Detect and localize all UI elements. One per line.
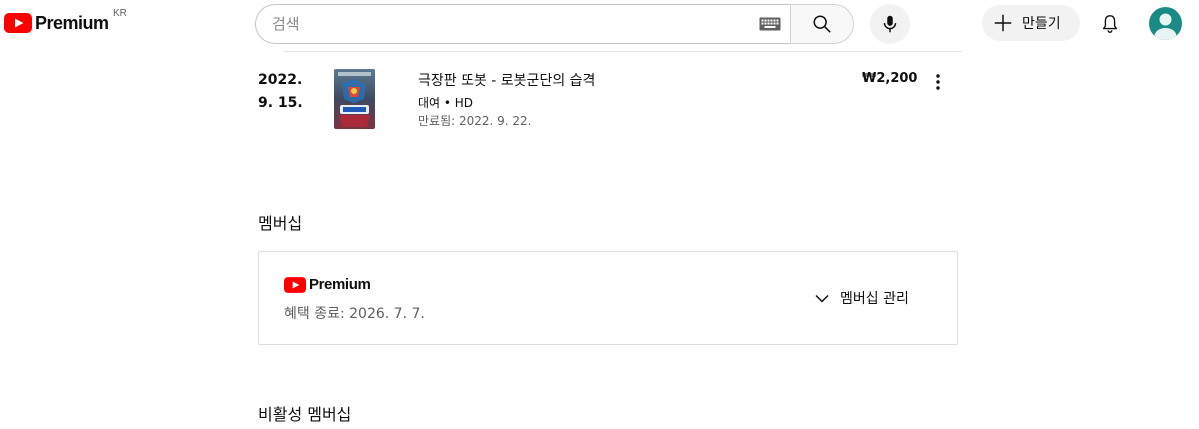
create-label: 만들기 xyxy=(1022,16,1061,32)
purchase-price: ₩2,200 xyxy=(862,71,918,86)
avatar-icon xyxy=(1154,13,1177,40)
logo-wordmark: Premium xyxy=(35,12,109,33)
purchase-title[interactable]: 극장판 또봇 - 로봇군단의 습격 xyxy=(418,70,595,90)
inactive-membership-section-title: 비활성 멤버십 xyxy=(258,405,352,424)
benefit-end-date: 혜택 종료: 2026. 7. 7. xyxy=(284,306,425,322)
avatar[interactable] xyxy=(1149,7,1182,40)
membership-section-title: 멤버십 xyxy=(258,214,303,233)
notifications-button[interactable] xyxy=(1090,4,1130,44)
plus-icon xyxy=(994,14,1012,32)
divider xyxy=(284,51,962,52)
keyboard-icon[interactable] xyxy=(759,17,781,31)
purchase-type: 대여 • HD xyxy=(418,96,474,110)
purchase-expiry: 만료됨: 2022. 9. 22. xyxy=(418,114,532,128)
purchase-date: 2022. 9. 15. xyxy=(258,72,303,111)
premium-logo: Premium xyxy=(284,276,371,293)
movie-thumbnail[interactable] xyxy=(334,69,375,129)
search-box xyxy=(255,4,791,44)
voice-search-button[interactable] xyxy=(870,4,910,44)
search-button[interactable] xyxy=(790,4,854,44)
manage-membership-label: 멤버십 관리 xyxy=(840,291,909,307)
membership-card: Premium 혜택 종료: 2026. 7. 7. 멤버십 관리 xyxy=(258,251,958,345)
youtube-play-icon xyxy=(4,13,32,33)
youtube-premium-logo[interactable]: Premium KR xyxy=(4,8,127,35)
bell-icon xyxy=(1102,15,1118,33)
more-actions-button[interactable] xyxy=(926,70,950,94)
youtube-play-icon xyxy=(284,276,306,293)
top-bar: Premium KR 만들기 xyxy=(0,0,1199,52)
microphone-icon xyxy=(883,15,897,33)
chevron-down-icon xyxy=(815,294,829,303)
purchase-row: 2022. 9. 15. 극장판 또봇 - 로봇군단의 습격 대여 • HD 만… xyxy=(258,66,958,136)
search-input[interactable] xyxy=(256,5,759,43)
country-code: KR xyxy=(113,8,127,19)
create-button[interactable]: 만들기 xyxy=(982,5,1080,41)
more-vert-icon xyxy=(936,74,940,90)
movie-poster-image xyxy=(334,69,375,129)
search-icon xyxy=(813,15,831,33)
manage-membership-button[interactable]: 멤버십 관리 xyxy=(815,286,909,310)
premium-wordmark: Premium xyxy=(309,276,371,293)
